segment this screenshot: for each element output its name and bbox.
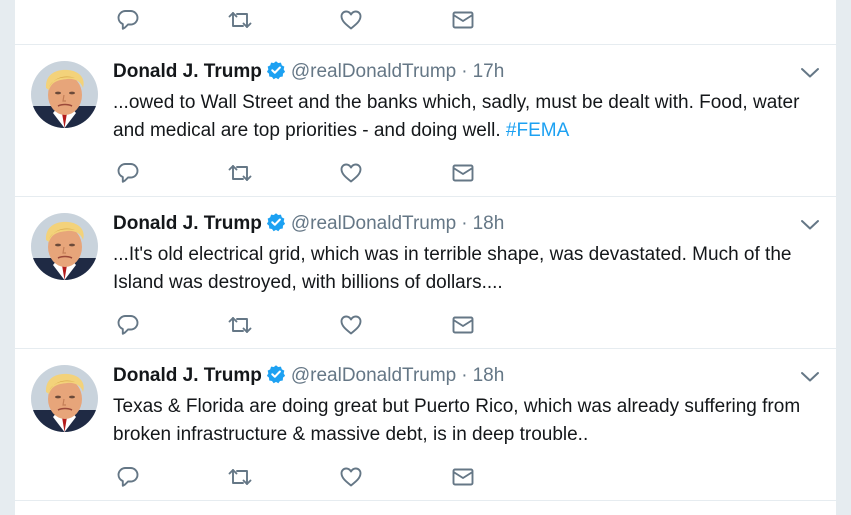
retweet-icon[interactable] xyxy=(225,5,255,35)
tweet-body: ...It's old electrical grid, which was i… xyxy=(113,244,792,293)
tweet-timestamp[interactable]: 17h xyxy=(473,61,505,82)
avatar[interactable] xyxy=(31,61,98,128)
retweet-icon[interactable] xyxy=(225,462,255,492)
direct-message-icon[interactable] xyxy=(448,462,478,492)
retweet-icon[interactable] xyxy=(225,158,255,188)
like-icon[interactable] xyxy=(336,310,366,340)
separator: · xyxy=(461,61,468,82)
direct-message-icon[interactable] xyxy=(448,5,478,35)
hashtag-link[interactable]: #FEMA xyxy=(506,120,569,141)
reply-icon[interactable] xyxy=(113,310,143,340)
separator: · xyxy=(461,213,468,234)
tweet-actions xyxy=(113,5,513,35)
tweet[interactable]: Donald J. Trump @realDonaldTrump · 18h ...I… xyxy=(15,196,836,348)
like-icon[interactable] xyxy=(336,158,366,188)
tweet-text: ...owed to Wall Street and the banks whi… xyxy=(113,89,813,145)
tweet-handle[interactable]: @realDonaldTrump xyxy=(291,365,456,386)
tweet-body: Texas & Florida are doing great but Puer… xyxy=(113,396,801,445)
chevron-down-icon[interactable] xyxy=(799,65,821,81)
tweet-body: ...owed to Wall Street and the banks whi… xyxy=(113,92,800,141)
like-icon[interactable] xyxy=(336,5,366,35)
tweet-text: ...It's old electrical grid, which was i… xyxy=(113,241,813,297)
tweet-text: Texas & Florida are doing great but Puer… xyxy=(113,393,813,449)
chevron-down-icon[interactable] xyxy=(799,217,821,233)
tweet-header: Donald J. Trump @realDonaldTrump · 17h xyxy=(113,60,504,87)
timeline: Donald J. Trump @realDonaldTrump · 17h ...o… xyxy=(14,0,837,515)
tweet-actions xyxy=(113,462,513,492)
retweet-icon[interactable] xyxy=(225,310,255,340)
tweet[interactable]: Donald J. Trump @realDonaldTrump · 18h Texa… xyxy=(15,348,836,500)
verified-badge-icon xyxy=(266,60,286,87)
tweet-timestamp[interactable]: 18h xyxy=(473,365,505,386)
verified-badge-icon xyxy=(266,364,286,391)
chevron-down-icon[interactable] xyxy=(799,369,821,385)
reply-icon[interactable] xyxy=(113,158,143,188)
separator: · xyxy=(461,365,468,386)
tweet-fullname[interactable]: Donald J. Trump xyxy=(113,213,262,234)
tweet-actions xyxy=(113,158,513,188)
tweet-timestamp[interactable]: 18h xyxy=(473,213,505,234)
tweet-header: Donald J. Trump @realDonaldTrump · 18h xyxy=(113,212,504,239)
tweet[interactable]: Donald J. Trump @realDonaldTrump · 17h ...o… xyxy=(15,44,836,196)
tweet-fullname[interactable]: Donald J. Trump xyxy=(113,61,262,82)
tweet-actions xyxy=(113,310,513,340)
like-icon[interactable] xyxy=(336,462,366,492)
tweet-handle[interactable]: @realDonaldTrump xyxy=(291,213,456,234)
avatar[interactable] xyxy=(31,365,98,432)
direct-message-icon[interactable] xyxy=(448,158,478,188)
reply-icon[interactable] xyxy=(113,462,143,492)
next-tweet-edge xyxy=(15,500,836,515)
tweet-fullname[interactable]: Donald J. Trump xyxy=(113,365,262,386)
reply-icon[interactable] xyxy=(113,5,143,35)
tweet-header: Donald J. Trump @realDonaldTrump · 18h xyxy=(113,364,504,391)
avatar[interactable] xyxy=(31,213,98,280)
tweet-handle[interactable]: @realDonaldTrump xyxy=(291,61,456,82)
direct-message-icon[interactable] xyxy=(448,310,478,340)
verified-badge-icon xyxy=(266,212,286,239)
